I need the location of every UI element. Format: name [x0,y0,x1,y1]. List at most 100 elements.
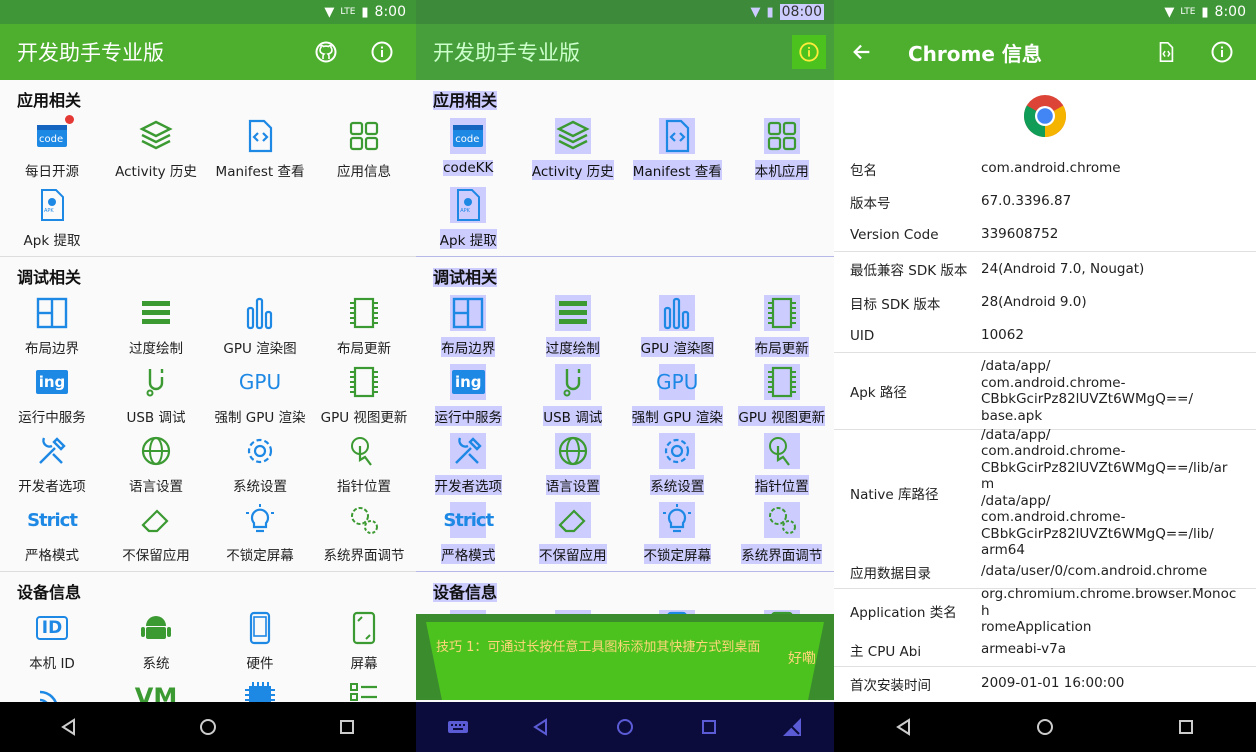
tool-label: GPU 视图更新 [738,406,826,426]
tool-label: 严格模式 [441,544,496,564]
tool-item[interactable]: 系统界面调节 [730,498,835,567]
tool-item[interactable]: APK Apk 提取 [416,183,521,252]
info-value[interactable]: /data/app/com.android.chrome- CBbkGcirPz8… [981,427,1240,559]
hide-nav-button[interactable] [772,707,812,747]
tool-item[interactable]: 过度绘制 [521,291,626,360]
info-value[interactable]: 28(Android 9.0) [981,294,1087,311]
tool-item[interactable]: 不锁定屏幕 [625,498,730,567]
status-time: 8:00 [1214,4,1246,20]
tool-label: Apk 提取 [439,229,497,249]
info-value[interactable]: org.chromium.chrome.browser.Monoch romeAp… [981,586,1240,636]
tool-item[interactable]: Activity 历史 [521,114,626,183]
tool-label: 指针位置 [337,479,391,495]
tip-ok-button[interactable]: 好嘞 [788,648,816,668]
tool-label: Activity 历史 [531,160,614,180]
recents-button[interactable] [1166,707,1206,747]
info-key: 应用数据目录 [850,565,931,582]
back-nav-icon [533,718,548,736]
keyboard-button[interactable] [438,707,478,747]
tool-item[interactable]: 系统界面调节 [312,498,416,567]
tool-item[interactable]: Strict 严格模式 [416,498,521,567]
back-button[interactable] [521,707,561,747]
info-value[interactable]: /data/user/0/com.android.chrome [981,563,1207,580]
back-arrow-button[interactable] [840,30,884,74]
section-title-text: 应用相关 [17,91,82,110]
info-value[interactable]: /data/app/com.android.chrome- CBbkGcirPz8… [981,358,1193,424]
tool-item[interactable] [208,675,312,702]
home-button[interactable] [605,707,645,747]
tool-item[interactable]: GPU 视图更新 [730,360,835,429]
back-button[interactable] [884,707,924,747]
github-button[interactable] [304,30,348,74]
tool-item[interactable]: Strict 严格模式 [0,498,104,567]
tool-item[interactable]: APK Apk 提取 [0,183,104,252]
tool-item[interactable]: 布局更新 [312,291,416,360]
info-button[interactable] [1200,30,1244,74]
info-value[interactable]: 2009-01-01 16:00:00 [981,675,1124,692]
recents-button[interactable] [689,707,729,747]
tool-item[interactable]: VM [104,675,208,702]
tool-item[interactable]: 系统设置 [208,429,312,498]
recents-button[interactable] [327,707,367,747]
tool-item[interactable]: USB 调试 [104,360,208,429]
tool-item[interactable]: 本机应用 [730,114,835,183]
tool-item[interactable]: Manifest 查看 [208,114,312,183]
tool-item[interactable]: ing 运行中服务 [416,360,521,429]
tool-item[interactable]: 系统设置 [625,429,730,498]
tool-item[interactable]: 布局边界 [416,291,521,360]
tool-item[interactable]: 开发者选项 [0,429,104,498]
info-button[interactable] [360,30,404,74]
tool-grid: 布局边界 过度绘制 GPU 渲染图 布局更新 ing 运行中服务 USB 调试 GPU 强制 G… [0,291,416,567]
info-value[interactable]: 67.0.3396.87 [981,193,1071,210]
info-button[interactable] [792,35,826,69]
tool-item[interactable]: ing 运行中服务 [0,360,104,429]
tool-item[interactable]: 布局边界 [0,291,104,360]
home-button[interactable] [188,707,228,747]
tool-item[interactable]: GPU 强制 GPU 渲染 [625,360,730,429]
tool-item[interactable]: 不保留应用 [104,498,208,567]
info-icon [799,42,819,62]
section-title: 设备信息 [0,572,416,606]
tool-item[interactable]: 过度绘制 [104,291,208,360]
tool-item[interactable]: code codeKK [416,114,521,183]
tool-item[interactable]: 语言设置 [521,429,626,498]
home-button[interactable] [1025,707,1065,747]
tool-item[interactable]: Manifest 查看 [625,114,730,183]
tool-item[interactable]: 布局更新 [730,291,835,360]
info-value[interactable]: armeabi-v7a [981,641,1066,658]
back-button[interactable] [49,707,89,747]
info-value[interactable]: 10062 [981,327,1024,344]
view-manifest-button[interactable] [1144,30,1188,74]
info-value[interactable]: 24(Android 7.0, Nougat) [981,261,1144,278]
section-title-text: 设备信息 [433,583,498,602]
tool-item[interactable]: 不锁定屏幕 [208,498,312,567]
tool-item[interactable]: 硬件 [208,606,312,675]
back-nav-icon [896,718,911,736]
tool-item[interactable]: Activity 历史 [104,114,208,183]
tool-item[interactable]: ID 本机 ID [0,606,104,675]
tool-item[interactable]: 不保留应用 [521,498,626,567]
tool-item[interactable]: GPU 渲染图 [208,291,312,360]
tool-item[interactable]: 系统 [104,606,208,675]
gpu-text-icon: GPU [239,364,281,400]
tool-item[interactable] [0,675,104,702]
tool-item[interactable]: 指针位置 [312,429,416,498]
tool-item[interactable]: GPU 视图更新 [312,360,416,429]
wifi-icon: ▼ [750,4,761,20]
tool-item[interactable]: GPU 强制 GPU 渲染 [208,360,312,429]
tool-item[interactable]: 语言设置 [104,429,208,498]
tool-item[interactable] [312,675,416,702]
tool-item[interactable]: 指针位置 [730,429,835,498]
tool-item[interactable]: 开发者选项 [416,429,521,498]
info-row: 目标 SDK 版本 28(Android 9.0) [834,286,1256,319]
info-value[interactable]: com.android.chrome [981,160,1121,177]
tool-item[interactable]: USB 调试 [521,360,626,429]
tool-item[interactable]: code 每日开源 [0,114,104,183]
tool-label: 布局更新 [754,337,809,357]
tool-item[interactable]: 应用信息 [312,114,416,183]
info-value[interactable]: 339608752 [981,226,1058,243]
info-row: 应用数据目录/data/user/0/com.android.chrome [834,555,1256,588]
status-time: 08:00 [779,4,824,20]
tool-item[interactable]: 屏幕 [312,606,416,675]
tool-item[interactable]: GPU 渲染图 [625,291,730,360]
